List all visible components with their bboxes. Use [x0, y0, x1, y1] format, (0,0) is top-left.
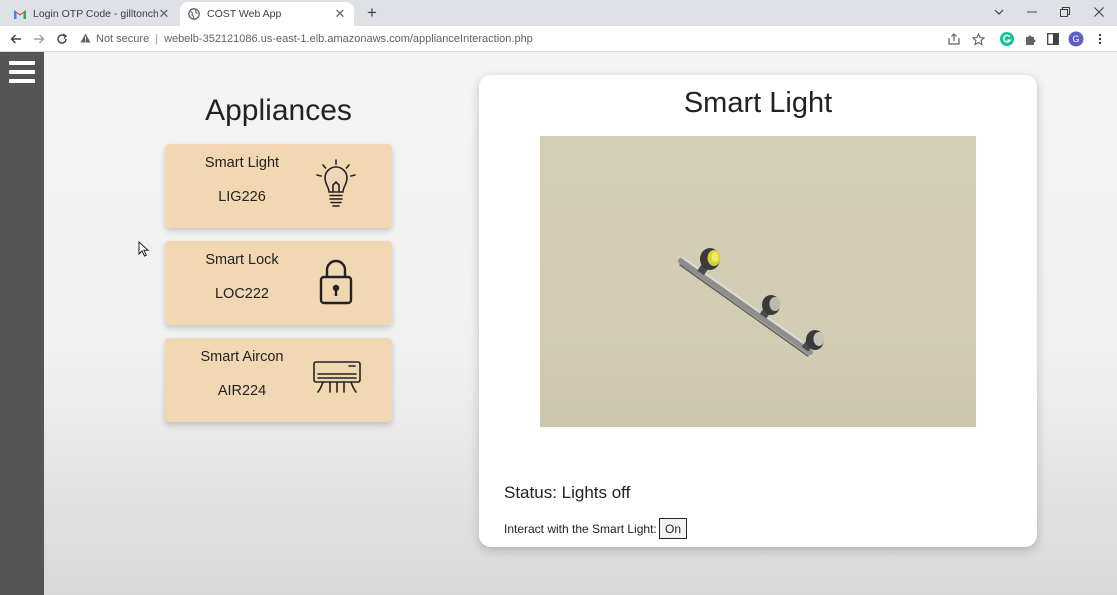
appliance-name: Smart Aircon	[200, 349, 284, 365]
tab-login-otp[interactable]: Login OTP Code - gilltonchh@gr ✕	[6, 2, 178, 26]
warning-triangle-icon[interactable]	[80, 33, 91, 46]
minimize-icon[interactable]	[1021, 2, 1043, 22]
aircon-icon	[311, 352, 361, 404]
appliance-card-smart-lock[interactable]: Smart Lock LOC222	[165, 241, 392, 325]
address-bar[interactable]: Not secure | webelb-352121086.us-east-1.…	[80, 28, 995, 50]
hamburger-icon[interactable]	[9, 61, 35, 85]
page-content: Appliances Smart Light LIG226 Smart Lock…	[0, 52, 1117, 595]
tab-strip: Login OTP Code - gilltonchh@gr ✕ COST We…	[0, 0, 1117, 26]
tab-cost-web-app[interactable]: COST Web App ✕	[180, 2, 354, 26]
forward-arrow-icon[interactable]	[30, 30, 48, 48]
security-label[interactable]: Not secure	[96, 33, 149, 45]
profile-avatar[interactable]: G	[1068, 31, 1084, 47]
sidebar	[0, 52, 44, 595]
new-tab-icon[interactable]: +	[362, 3, 382, 23]
window-close-icon[interactable]	[1088, 2, 1110, 22]
address-divider: |	[155, 33, 159, 45]
appliance-card-smart-aircon[interactable]: Smart Aircon AIR224	[165, 338, 392, 422]
appliance-code: LOC222	[214, 286, 269, 302]
kebab-menu-icon[interactable]	[1092, 31, 1108, 47]
close-icon[interactable]: ✕	[158, 6, 170, 22]
reload-icon[interactable]	[53, 30, 71, 48]
track-light-photo	[540, 136, 976, 427]
appliance-detail-panel: Smart Light Status: Lights off Interact …	[479, 75, 1037, 547]
bookmark-star-icon[interactable]	[970, 31, 986, 47]
appliance-name: Smart Light	[204, 155, 280, 171]
side-panel-icon[interactable]	[1045, 31, 1061, 47]
extensions-puzzle-icon[interactable]	[1022, 31, 1038, 47]
tab-title: Login OTP Code - gilltonchh@gr	[33, 8, 158, 20]
appliance-code: LIG226	[218, 189, 266, 205]
grammarly-icon[interactable]	[999, 31, 1015, 47]
mouse-cursor-icon	[138, 240, 150, 257]
padlock-icon	[311, 255, 361, 307]
restore-icon[interactable]	[1054, 2, 1076, 22]
on-button[interactable]: On	[659, 518, 687, 539]
share-icon[interactable]	[946, 31, 962, 47]
status-text: Status: Lights off	[504, 483, 631, 502]
appliance-card-smart-light[interactable]: Smart Light LIG226	[165, 144, 392, 228]
tab-title: COST Web App	[207, 8, 282, 20]
interact-label: Interact with the Smart Light:	[504, 522, 657, 536]
appliance-name: Smart Lock	[205, 252, 279, 268]
appliances-heading: Appliances	[205, 94, 352, 127]
lightbulb-icon	[311, 158, 361, 210]
url-text[interactable]: webelb-352121086.us-east-1.elb.amazonaws…	[164, 33, 533, 45]
appliance-code: AIR224	[217, 383, 267, 399]
profile-initial: G	[1072, 34, 1080, 44]
globe-icon	[188, 8, 200, 20]
detail-title: Smart Light	[683, 87, 833, 119]
close-icon[interactable]: ✕	[334, 6, 346, 22]
browser-toolbar: Not secure | webelb-352121086.us-east-1.…	[0, 26, 1117, 52]
tab-search-chevron-icon[interactable]	[988, 2, 1010, 22]
back-arrow-icon[interactable]	[7, 30, 25, 48]
gmail-icon	[14, 8, 26, 20]
